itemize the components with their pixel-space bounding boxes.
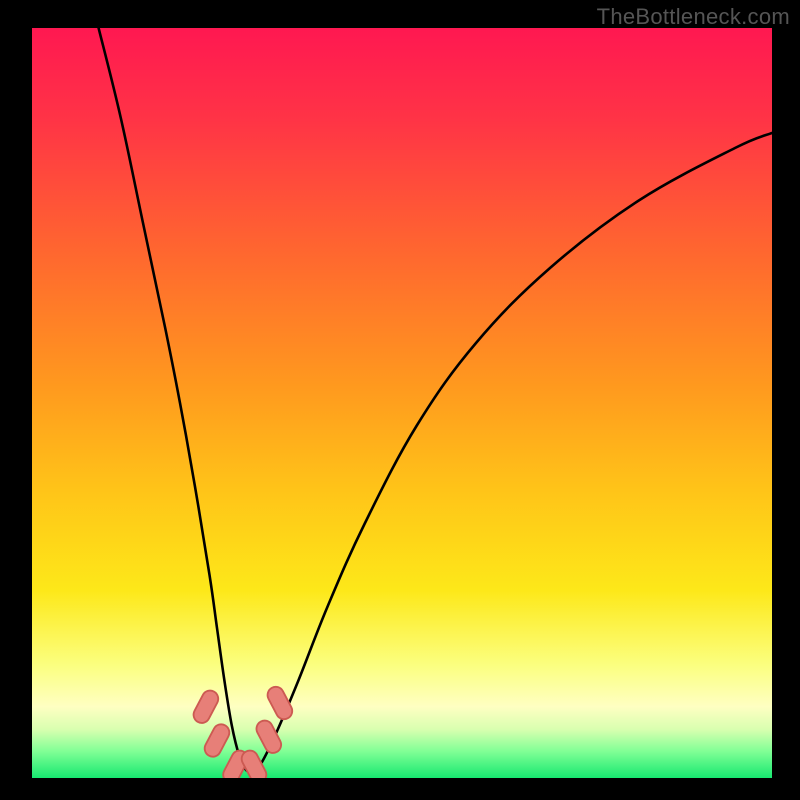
plot-area — [32, 28, 772, 778]
chart-frame: TheBottleneck.com — [0, 0, 800, 800]
curve-layer — [32, 28, 772, 778]
marker-group — [191, 684, 295, 778]
watermark-text: TheBottleneck.com — [597, 4, 790, 30]
marker-0 — [191, 688, 221, 726]
marker-1 — [202, 721, 232, 759]
bottleneck-curve — [99, 28, 772, 772]
